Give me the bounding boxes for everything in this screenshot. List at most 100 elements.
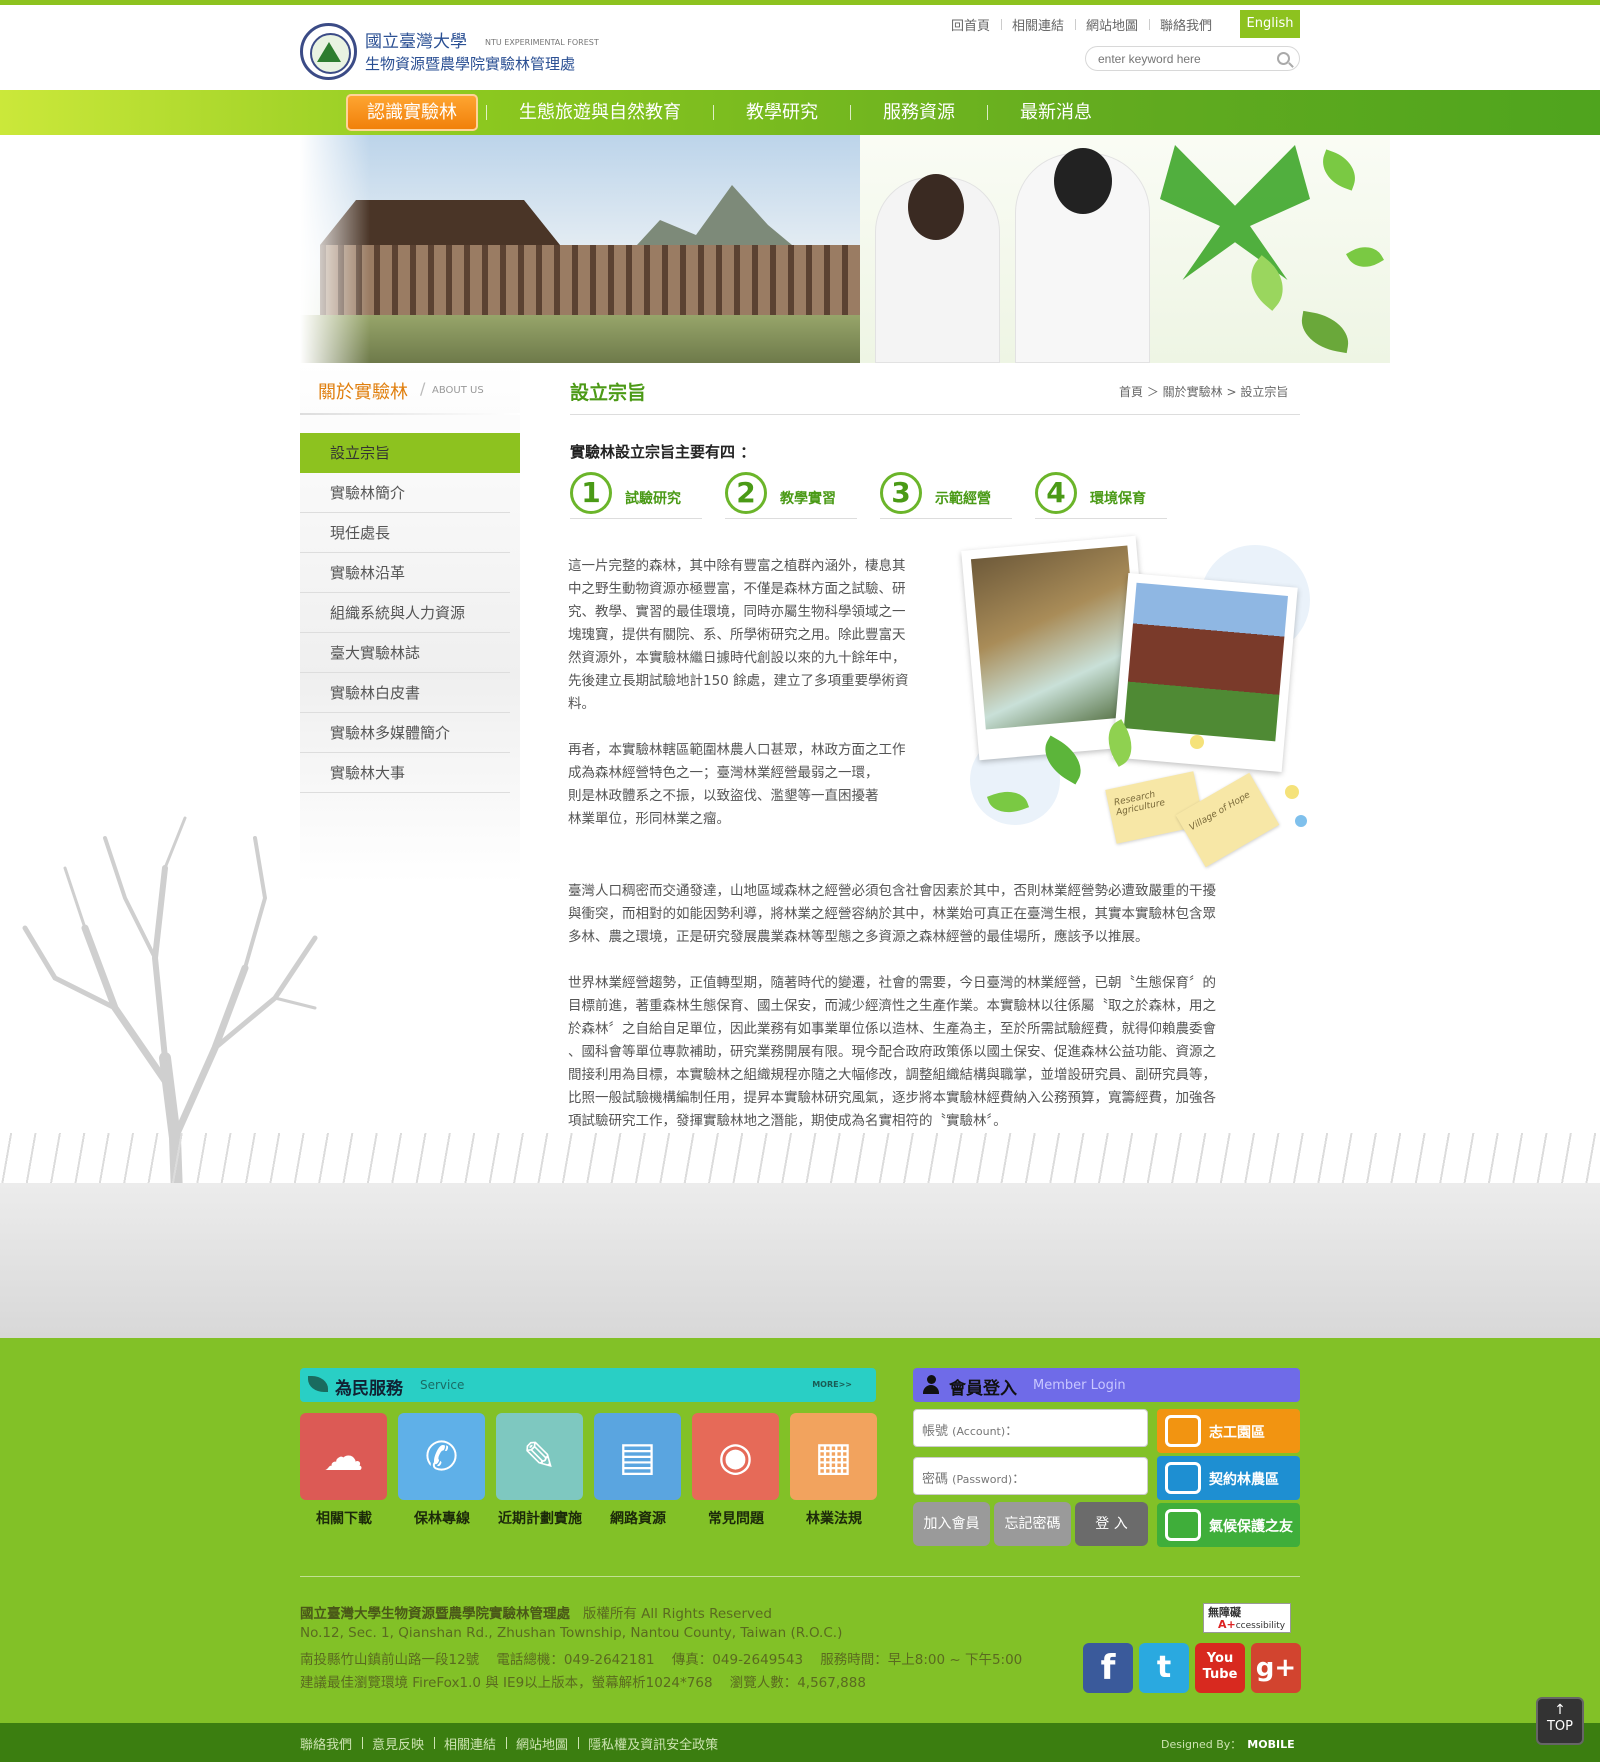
site-header: 國立臺灣大學 NTU EXPERIMENTAL FOREST 生物資源暨農學院實…: [0, 5, 1600, 90]
accessibility-badge[interactable]: 無障礙 A+ccessibility: [1203, 1603, 1291, 1633]
volunteer-area-button[interactable]: 志工園區: [1157, 1409, 1300, 1453]
service-tile-downloads[interactable]: ☁: [300, 1413, 387, 1500]
top-link-contact[interactable]: 聯絡我們: [1149, 15, 1223, 34]
bottom-link-related[interactable]: 相關連結: [434, 1734, 506, 1753]
nav-separator: [987, 105, 988, 120]
service-tile-web-resources[interactable]: ▤: [594, 1413, 681, 1500]
sidebar-item-multimedia[interactable]: 實驗林多媒體簡介: [300, 713, 510, 753]
nav-item-services[interactable]: 服務資源: [859, 94, 979, 131]
service-tile-hotline[interactable]: ✆: [398, 1413, 485, 1500]
facebook-icon[interactable]: f: [1083, 1643, 1133, 1693]
grass-silhouette: [0, 1183, 1600, 1338]
bottom-link-feedback[interactable]: 意見反映: [362, 1734, 434, 1753]
sidebar-menu: 設立宗旨 實驗林簡介 現任處長 實驗林沿革 組織系統與人力資源 臺大實驗林誌 實…: [300, 433, 520, 793]
nav-item-research[interactable]: 教學研究: [722, 94, 842, 131]
join-member-button[interactable]: 加入會員: [913, 1502, 990, 1546]
purpose-item: 4 環境保育: [1035, 472, 1167, 519]
sidebar-item-events[interactable]: 實驗林大事: [300, 753, 510, 793]
forgot-password-button[interactable]: 忘記密碼: [994, 1502, 1071, 1546]
service-tile-label[interactable]: 林業法規: [784, 1508, 884, 1528]
google-plus-icon[interactable]: g+: [1251, 1643, 1301, 1693]
sidebar-title-divider: /: [420, 379, 426, 398]
leaf-icon: [1297, 310, 1353, 354]
paragraph-line: 目標前進，著重森林生態保育、國土保安，而減少經濟性之生產作業。本實驗林以往係屬〝…: [568, 998, 1216, 1014]
nav-item-news[interactable]: 最新消息: [996, 94, 1116, 131]
service-tile-faq[interactable]: ◉: [692, 1413, 779, 1500]
banner-person-binoculars: [875, 174, 1000, 363]
english-button[interactable]: English: [1240, 10, 1300, 38]
hero-banner: [300, 135, 1390, 363]
service-tile-plans[interactable]: ✎: [496, 1413, 583, 1500]
photo-building: [1112, 572, 1298, 773]
sidebar-item-intro[interactable]: 實驗林簡介: [300, 473, 510, 513]
paragraph-line: 與衝突，而相對的如能因勢利導，將林業之經營容納於其中，林業始可真正在臺灣生根，其…: [568, 906, 1216, 922]
youtube-icon[interactable]: You Tube: [1195, 1643, 1245, 1693]
site-footer: 為民服務 Service MORE>> ☁ 相關下載 ✆ 保林專線 ✎ 近期計劃…: [0, 1338, 1600, 1723]
designer-logo[interactable]: MOBILE: [1247, 1738, 1294, 1751]
top-link-sitemap[interactable]: 網站地圖: [1075, 15, 1149, 34]
paragraph-line: 料。: [568, 696, 595, 712]
sidebar-item-director[interactable]: 現任處長: [300, 513, 510, 553]
footer-browser-line: 建議最佳瀏覽環境 FireFox1.0 與 IE9以上版本，螢幕解析1024*7…: [300, 1671, 866, 1691]
top-link-home[interactable]: 回首頁: [940, 15, 1001, 34]
back-to-top-button[interactable]: ↑ TOP: [1536, 1697, 1584, 1745]
search-input[interactable]: [1098, 51, 1268, 67]
title-divider: [570, 414, 1300, 415]
sidebar-item-history[interactable]: 實驗林沿革: [300, 553, 510, 593]
banner-person-camera: [1015, 148, 1150, 363]
number-1-icon: 1: [570, 472, 612, 514]
sidebar-item-whitepaper[interactable]: 實驗林白皮書: [300, 673, 510, 713]
footer-hours: 服務時間：早上8:00 ~ 下午5:00: [820, 1652, 1023, 1668]
top-link-related[interactable]: 相關連結: [1001, 15, 1075, 34]
purpose-lead: 實驗林設立宗旨主要有四 ：: [570, 443, 756, 461]
logo-english-name: NTU EXPERIMENTAL FOREST: [485, 38, 599, 47]
volunteer-area-label: 志工園區: [1209, 1425, 1265, 1441]
nav-item-ecotourism[interactable]: 生態旅遊與自然教育: [495, 94, 705, 131]
service-tile-regulations[interactable]: ▦: [790, 1413, 877, 1500]
bottom-link-sitemap[interactable]: 網站地圖: [506, 1734, 578, 1753]
search-icon[interactable]: [1277, 52, 1290, 65]
banner-edge-fade: [300, 135, 370, 363]
login-button[interactable]: 登 入: [1075, 1502, 1148, 1546]
service-tiles: ☁ 相關下載 ✆ 保林專線 ✎ 近期計劃實施 ▤ 網路資源 ◉ 常見問題 ▦ 林…: [300, 1413, 880, 1533]
leaf-icon: [1316, 149, 1362, 191]
nav-item-about[interactable]: 認識實驗林: [346, 94, 478, 131]
service-tile-label[interactable]: 網路資源: [588, 1508, 688, 1528]
footer-contact-line: 南投縣竹山鎮前山路一段12號 電話總機：049-2642181 傳真：049-2…: [300, 1648, 1022, 1668]
service-tile-label[interactable]: 相關下載: [294, 1508, 394, 1528]
password-field[interactable]: 密碼 (Password)：: [913, 1457, 1148, 1495]
recycle-plant-icon: [1165, 1509, 1201, 1541]
service-more-link[interactable]: MORE>>: [812, 1380, 852, 1389]
contract-farmer-button[interactable]: 契約林農區: [1157, 1456, 1300, 1500]
paragraph-line: 塊瑰寶，提供有關院、系、所學術研究之用。除此豐富天: [568, 627, 906, 643]
account-field[interactable]: 帳號 (Account)：: [913, 1409, 1148, 1447]
member-login-header: 會員登入 Member Login: [913, 1368, 1300, 1402]
paragraph-line: 世界林業經營趨勢，正值轉型期，隨著時代的變遷，社會的需要，今日臺灣的林業經營，已…: [568, 975, 1216, 991]
sidebar-item-purpose[interactable]: 設立宗旨: [300, 433, 520, 473]
sidebar-item-journal[interactable]: 臺大實驗林誌: [300, 633, 510, 673]
bottom-link-contact[interactable]: 聯絡我們: [300, 1734, 362, 1753]
climate-friends-button[interactable]: 氣候保護之友: [1157, 1503, 1300, 1547]
footer-address-en: No.12, Sec. 1, Qianshan Rd., Zhushan Tow…: [300, 1625, 843, 1641]
member-login-subtitle: Member Login: [1033, 1378, 1126, 1393]
sidebar-title: 關於實驗林: [318, 382, 408, 403]
footer-fax: 傳真：049-2649543: [671, 1652, 804, 1668]
twitter-icon[interactable]: t: [1139, 1643, 1189, 1693]
footer-org-line: 國立臺灣大學生物資源暨農學院實驗林管理處 版權所有 All Rights Res…: [300, 1602, 772, 1622]
bottom-link-privacy[interactable]: 隱私權及資訊安全政策: [578, 1734, 728, 1753]
paragraph-1: 這一片完整的森林，其中除有豐富之植群內涵外，棲息其 中之野生動物資源亦極豐富，不…: [568, 555, 948, 716]
site-logo[interactable]: 國立臺灣大學 NTU EXPERIMENTAL FOREST 生物資源暨農學院實…: [300, 19, 630, 81]
sidebar-item-organization[interactable]: 組織系統與人力資源: [300, 593, 510, 633]
service-tile-label[interactable]: 近期計劃實施: [490, 1508, 590, 1528]
account-label: 帳號 (Account)：: [922, 1424, 1019, 1439]
accessibility-badge-a: A+ccessibility: [1218, 1618, 1286, 1631]
bottom-links: 聯絡我們 意見反映 相關連結 網站地圖 隱私權及資訊安全政策: [300, 1734, 728, 1753]
service-tile-label[interactable]: 常見問題: [686, 1508, 786, 1528]
logo-university-name: 國立臺灣大學: [365, 32, 467, 52]
purpose-item: 1 試驗研究: [570, 472, 702, 519]
purpose-item: 3 示範經營: [880, 472, 1012, 519]
document-icon: ▦: [814, 1433, 853, 1480]
breadcrumb[interactable]: 首頁 ＞ 關於實驗林 > 設立宗旨: [1119, 383, 1288, 400]
purpose-item: 2 教學實習: [725, 472, 857, 519]
service-tile-label[interactable]: 保林專線: [392, 1508, 492, 1528]
